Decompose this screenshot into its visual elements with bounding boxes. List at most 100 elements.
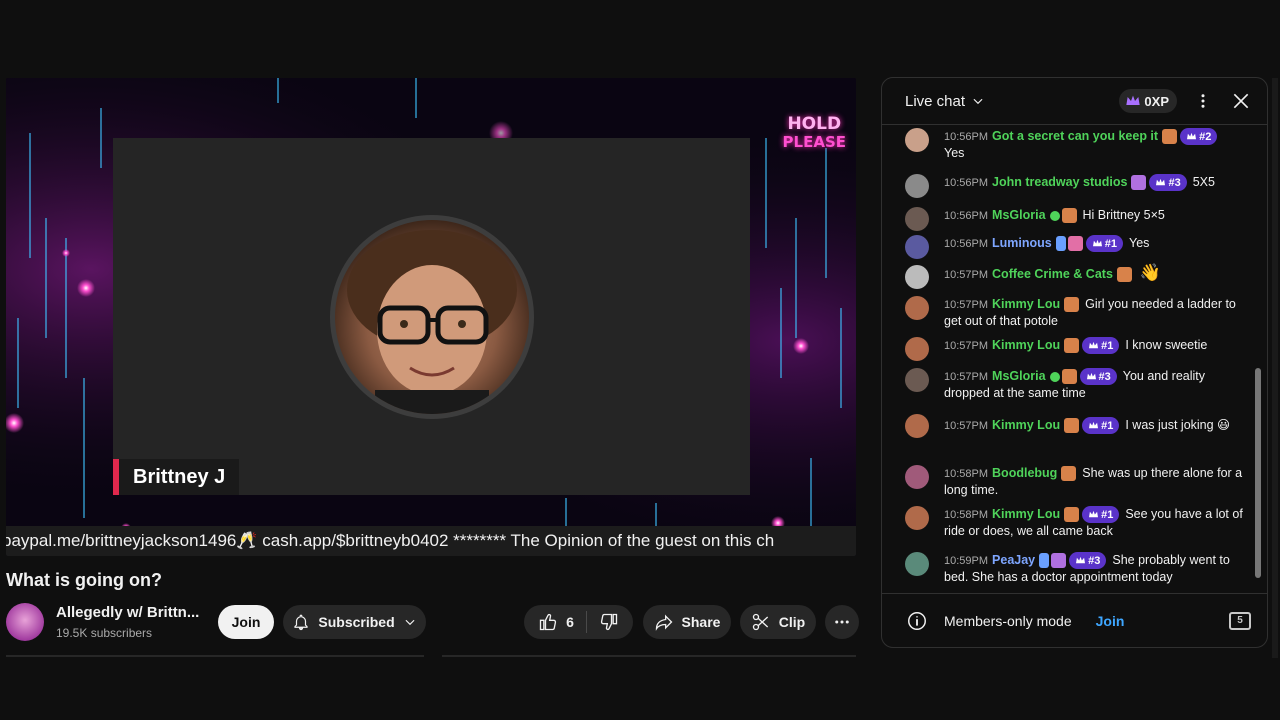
author-avatar[interactable] [905, 207, 929, 231]
timestamp: 10:57PM [944, 299, 989, 311]
page-scroll-track[interactable] [1272, 78, 1278, 658]
emoji-icon [1064, 297, 1080, 313]
chat-header: Live chat 0XP [882, 78, 1267, 125]
author-avatar[interactable] [905, 128, 929, 152]
close-chat-button[interactable] [1229, 89, 1253, 113]
live-chat-panel: Live chat 0XP 10:56PM Got a secret can yo… [881, 77, 1268, 648]
more-actions-button[interactable] [825, 605, 859, 639]
author-name[interactable]: Luminous [992, 236, 1052, 250]
emoji-icon [1131, 175, 1147, 191]
chat-message: 10:57PM Kimmy Lou #1 I know sweetie [905, 337, 1245, 361]
guest-face-image [335, 220, 529, 414]
rank-badge: #1 [1082, 506, 1120, 524]
message-text: She was up there alone for a long time. [944, 466, 1243, 497]
more-horizontal-icon [835, 620, 849, 624]
author-avatar[interactable] [905, 265, 929, 289]
author-avatar[interactable] [905, 174, 929, 198]
subscribed-button[interactable]: Subscribed [283, 605, 426, 639]
author-name[interactable]: Kimmy Lou [992, 338, 1060, 352]
crown-icon [1089, 511, 1099, 518]
author-avatar[interactable] [905, 296, 929, 320]
crown-icon [1187, 133, 1197, 140]
members-only-label: Members-only mode [944, 612, 1072, 629]
chat-message: 10:57PM Coffee Crime & Cats 👋 [905, 263, 1245, 289]
author-avatar[interactable] [905, 337, 929, 361]
author-name[interactable]: John treadway studios [992, 175, 1127, 189]
timestamp: 10:57PM [944, 371, 989, 383]
info-icon[interactable] [906, 610, 928, 632]
author-avatar[interactable] [905, 465, 929, 489]
page-scrollbar[interactable] [1270, 78, 1280, 658]
timestamp: 10:59PM [944, 555, 989, 567]
rank-badge: #1 [1085, 235, 1123, 253]
author-avatar[interactable] [905, 368, 929, 392]
rank-badge: #3 [1069, 552, 1107, 570]
chat-message: 10:57PM Kimmy Lou #1 I was just joking 😃 [905, 414, 1245, 438]
video-player[interactable]: HOLD PLEASE Brittney J paypal.me/brittne… [6, 78, 856, 556]
message-text: Yes [1129, 236, 1150, 250]
author-avatar[interactable] [905, 506, 929, 530]
scissors-icon [752, 613, 768, 631]
message-text: 👋 [1139, 263, 1162, 282]
author-name[interactable]: Coffee Crime & Cats [992, 267, 1113, 281]
author-avatar[interactable] [905, 235, 929, 259]
crown-icon [1092, 240, 1102, 247]
emoji-icon [1064, 338, 1080, 354]
clip-button[interactable]: Clip [740, 605, 816, 639]
join-button[interactable]: Join [218, 605, 274, 639]
dislike-button[interactable] [587, 612, 619, 632]
chevron-down-icon [973, 98, 983, 105]
message-text: I was just joking 😃 [1125, 418, 1231, 432]
chat-messages: 10:56PM Got a secret can you keep it #2 Yes… [882, 126, 1257, 594]
timestamp: 10:57PM [944, 420, 989, 432]
clip-label: Clip [778, 614, 806, 630]
author-name[interactable]: Kimmy Lou [992, 418, 1060, 432]
author-avatar[interactable] [905, 414, 929, 438]
chat-scrollbar[interactable] [1255, 128, 1261, 594]
author-name[interactable]: Kimmy Lou [992, 507, 1060, 521]
crown-icon [1126, 95, 1141, 105]
wrench-icon [1039, 553, 1050, 569]
rank-badge: #3 [1149, 174, 1187, 192]
author-name[interactable]: Got a secret can you keep it [992, 129, 1158, 143]
like-count: 6 [566, 614, 574, 630]
author-name[interactable]: MsGloria [992, 208, 1046, 222]
crown-icon [1076, 557, 1086, 564]
like-button[interactable]: 6 [538, 611, 587, 633]
emoji-icon [1064, 507, 1080, 523]
chat-menu-button[interactable] [1191, 89, 1215, 113]
timestamp: 10:56PM [944, 177, 989, 189]
share-label: Share [681, 614, 721, 630]
emoji-icon [1067, 236, 1083, 252]
wrench-icon [1055, 236, 1066, 252]
share-button[interactable]: Share [643, 605, 731, 639]
channel-avatar[interactable] [6, 603, 44, 641]
chat-scroll-thumb[interactable] [1255, 368, 1261, 578]
share-icon [655, 614, 672, 631]
timestamp: 10:56PM [944, 131, 989, 143]
author-name[interactable]: PeaJay [992, 553, 1035, 567]
chat-join-link[interactable]: Join [1096, 613, 1125, 629]
channel-name[interactable]: Allegedly w/ Brittn... [56, 604, 199, 621]
chevron-down-icon [405, 619, 415, 626]
chat-mode-dropdown[interactable]: Live chat [905, 93, 985, 110]
chat-counter-icon[interactable]: 5 [1229, 611, 1251, 630]
author-name[interactable]: Boodlebug [992, 466, 1057, 480]
green-heart-icon [1049, 210, 1060, 221]
timestamp: 10:58PM [944, 509, 989, 521]
chat-message: 10:56PM Luminous #1 Yes [905, 235, 1245, 259]
chat-message: 10:56PM MsGloria Hi Brittney 5×5 [905, 207, 1245, 231]
message-text: Yes [944, 146, 965, 161]
subscribed-label: Subscribed [318, 614, 395, 630]
chat-message: 10:56PM Got a secret can you keep it #2 Yes [905, 128, 1245, 161]
author-name[interactable]: Kimmy Lou [992, 297, 1060, 311]
author-name[interactable]: MsGloria [992, 369, 1046, 383]
emoji-icon [1064, 418, 1080, 434]
divider [6, 655, 424, 657]
hold-line2: PLEASE [782, 133, 846, 151]
chat-message: 10:56PM John treadway studios #3 5X5 [905, 174, 1245, 198]
xp-badge[interactable]: 0XP [1119, 89, 1177, 113]
author-avatar[interactable] [905, 552, 929, 576]
guest-nameplate: Brittney J [113, 459, 240, 495]
chat-title: Live chat [905, 92, 966, 110]
